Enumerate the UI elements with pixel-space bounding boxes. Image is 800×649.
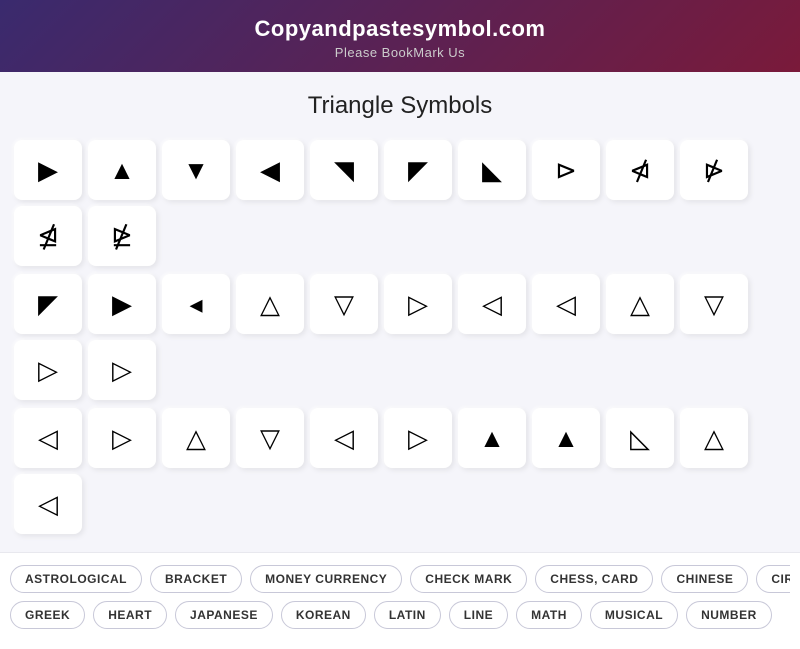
symbol-row-2: ◤▶◂△▽▷◁◁△▽▷▷: [10, 274, 790, 400]
symbol-cell-r2-c9[interactable]: △: [606, 274, 674, 334]
symbol-cell-r1-c4[interactable]: ◀: [236, 140, 304, 200]
category-pill-chess--card[interactable]: CHESS, CARD: [535, 565, 653, 593]
symbol-cell-r3-c1[interactable]: ◁: [14, 408, 82, 468]
symbol-cell-r3-c6[interactable]: ▷: [384, 408, 452, 468]
symbol-cell-r1-c8[interactable]: ⊳: [532, 140, 600, 200]
symbol-cell-r3-c9[interactable]: ◺: [606, 408, 674, 468]
symbol-cell-r3-c5[interactable]: ◁: [310, 408, 378, 468]
category-pill-heart[interactable]: HEART: [93, 601, 167, 629]
symbol-cell-r2-c7[interactable]: ◁: [458, 274, 526, 334]
symbol-cell-r2-c12[interactable]: ▷: [88, 340, 156, 400]
site-header: Copyandpastesymbol.com Please BookMark U…: [0, 0, 800, 72]
site-title: Copyandpastesymbol.com: [0, 16, 800, 42]
symbol-row-3: ◁▷△▽◁▷▲▲◺△◁: [10, 408, 790, 534]
category-pill-greek[interactable]: GREEK: [10, 601, 85, 629]
category-pill-number[interactable]: NUMBER: [686, 601, 772, 629]
category-pill-latin[interactable]: LATIN: [374, 601, 441, 629]
category-pill-line[interactable]: LINE: [449, 601, 508, 629]
category-pill-musical[interactable]: MUSICAL: [590, 601, 678, 629]
symbol-cell-r2-c3[interactable]: ◂: [162, 274, 230, 334]
site-subtitle: Please BookMark Us: [0, 45, 800, 60]
symbol-cell-r3-c2[interactable]: ▷: [88, 408, 156, 468]
symbol-cell-r3-c3[interactable]: △: [162, 408, 230, 468]
symbol-cell-r2-c5[interactable]: ▽: [310, 274, 378, 334]
category-pill-bracket[interactable]: BRACKET: [150, 565, 242, 593]
category-pill-check-mark[interactable]: CHECK MARK: [410, 565, 527, 593]
symbol-grid: ▶▲▼◀◥◤◣⊳⋪⋫⋬⋭◤▶◂△▽▷◁◁△▽▷▷◁▷△▽◁▷▲▲◺△◁: [10, 140, 790, 534]
symbol-cell-r2-c11[interactable]: ▷: [14, 340, 82, 400]
categories-section: ASTROLOGICAL BRACKET MONEY CURRENCY CHECK M…: [0, 552, 800, 649]
symbol-cell-r3-c8[interactable]: ▲: [532, 408, 600, 468]
symbol-cell-r1-c12[interactable]: ⋭: [88, 206, 156, 266]
category-row-1: ASTROLOGICAL BRACKET MONEY CURRENCY CHECK M…: [10, 565, 790, 593]
category-pill-chinese[interactable]: CHINESE: [661, 565, 748, 593]
symbol-cell-r2-c2[interactable]: ▶: [88, 274, 156, 334]
main-content: Triangle Symbols ▶▲▼◀◥◤◣⊳⋪⋫⋬⋭◤▶◂△▽▷◁◁△▽▷…: [0, 72, 800, 552]
symbol-cell-r1-c6[interactable]: ◤: [384, 140, 452, 200]
symbol-cell-r2-c8[interactable]: ◁: [532, 274, 600, 334]
symbol-cell-r1-c10[interactable]: ⋫: [680, 140, 748, 200]
category-pill-circle[interactable]: CIRCLE: [756, 565, 790, 593]
symbol-cell-r3-c10[interactable]: △: [680, 408, 748, 468]
symbol-cell-r2-c10[interactable]: ▽: [680, 274, 748, 334]
symbol-cell-r1-c9[interactable]: ⋪: [606, 140, 674, 200]
symbol-row-1: ▶▲▼◀◥◤◣⊳⋪⋫ ⋬⋭: [10, 140, 790, 266]
symbol-cell-r1-c7[interactable]: ◣: [458, 140, 526, 200]
symbol-cell-r3-c11[interactable]: ◁: [14, 474, 82, 534]
symbol-cell-r1-c3[interactable]: ▼: [162, 140, 230, 200]
page-title: Triangle Symbols: [10, 92, 790, 120]
category-pill-korean[interactable]: KOREAN: [281, 601, 366, 629]
category-pill-japanese[interactable]: JAPANESE: [175, 601, 273, 629]
symbol-cell-r1-c1[interactable]: ▶: [14, 140, 82, 200]
category-row-2: GREEK HEART JAPANESE KOREAN LATIN LINE MATH MUS…: [10, 601, 790, 629]
symbol-cell-r3-c4[interactable]: ▽: [236, 408, 304, 468]
category-pill-astrological[interactable]: ASTROLOGICAL: [10, 565, 142, 593]
symbol-cell-r1-c2[interactable]: ▲: [88, 140, 156, 200]
symbol-cell-r1-c5[interactable]: ◥: [310, 140, 378, 200]
category-pill-math[interactable]: MATH: [516, 601, 582, 629]
symbol-cell-r1-c11[interactable]: ⋬: [14, 206, 82, 266]
symbol-cell-r2-c4[interactable]: △: [236, 274, 304, 334]
symbol-cell-r2-c1[interactable]: ◤: [14, 274, 82, 334]
category-pill-money-currency[interactable]: MONEY CURRENCY: [250, 565, 402, 593]
symbol-cell-r3-c7[interactable]: ▲: [458, 408, 526, 468]
symbol-cell-r2-c6[interactable]: ▷: [384, 274, 452, 334]
